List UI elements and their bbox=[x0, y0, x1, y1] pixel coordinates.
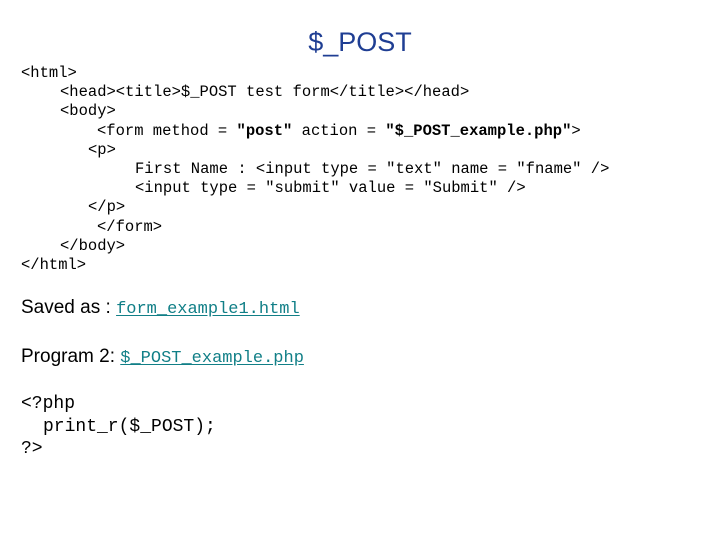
saved-as-row: Saved as : form_example1.html bbox=[21, 296, 300, 322]
code-line-text: <p> bbox=[88, 140, 116, 159]
php-code-line-text: ?> bbox=[21, 439, 43, 459]
code-segment-post: > bbox=[571, 121, 581, 140]
saved-as-label: Saved as : bbox=[21, 297, 111, 318]
saved-as-file-link[interactable]: form_example1.html bbox=[116, 300, 300, 319]
code-line-text: </form> bbox=[97, 217, 163, 236]
code-segment-pre: <form method = bbox=[97, 121, 237, 140]
php-code-line-text: print_r($_POST); bbox=[43, 416, 216, 437]
code-line-text: <head><title>$_POST test form</title></h… bbox=[60, 83, 470, 102]
code-segment-method-value: "post" bbox=[236, 121, 293, 140]
code-line-text: </p> bbox=[88, 198, 126, 217]
code-segment-mid: action = bbox=[292, 121, 386, 140]
page-title: $_POST bbox=[308, 27, 412, 57]
code-line: <head><title>$_POST test form</title></h… bbox=[0, 83, 720, 102]
html-code-block: <html> <head><title>$_POST test form</ti… bbox=[0, 64, 720, 275]
code-line: <p> bbox=[0, 141, 720, 160]
php-code-line: print_r($_POST); bbox=[0, 416, 720, 439]
code-line-text: <input type = "submit" value = "Submit" … bbox=[135, 179, 526, 198]
code-line: <html> bbox=[0, 64, 720, 83]
code-line: </form> bbox=[0, 218, 720, 237]
code-line-text: </html> bbox=[21, 255, 87, 274]
program-label: Program 2: bbox=[21, 346, 115, 367]
code-line: First Name : <input type = "text" name =… bbox=[0, 160, 720, 179]
php-code-line: <?php bbox=[0, 393, 720, 416]
code-line-text: <html> bbox=[21, 64, 77, 82]
program-row: Program 2: $_POST_example.php bbox=[21, 345, 304, 371]
php-code-line-text: <?php bbox=[21, 394, 76, 414]
php-code-block: <?php print_r($_POST); ?> bbox=[0, 393, 720, 461]
code-line-text: </body> bbox=[60, 236, 126, 255]
code-line: </body> bbox=[0, 237, 720, 256]
code-line-text: First Name : <input type = "text" name =… bbox=[135, 159, 610, 178]
code-line-text: <body> bbox=[60, 102, 116, 121]
slide-canvas: $_POST <html> <head><title>$_POST test f… bbox=[0, 0, 720, 540]
code-line: </html> bbox=[0, 256, 720, 275]
php-code-line: ?> bbox=[0, 438, 720, 461]
code-line: </p> bbox=[0, 198, 720, 217]
code-segment-action-value: "$_POST_example.php" bbox=[385, 121, 572, 140]
program-file-link[interactable]: $_POST_example.php bbox=[120, 349, 304, 368]
code-line-form: <form method = "post" action = "$_POST_e… bbox=[0, 122, 720, 141]
code-line: <input type = "submit" value = "Submit" … bbox=[0, 179, 720, 198]
code-line: <body> bbox=[0, 102, 720, 121]
